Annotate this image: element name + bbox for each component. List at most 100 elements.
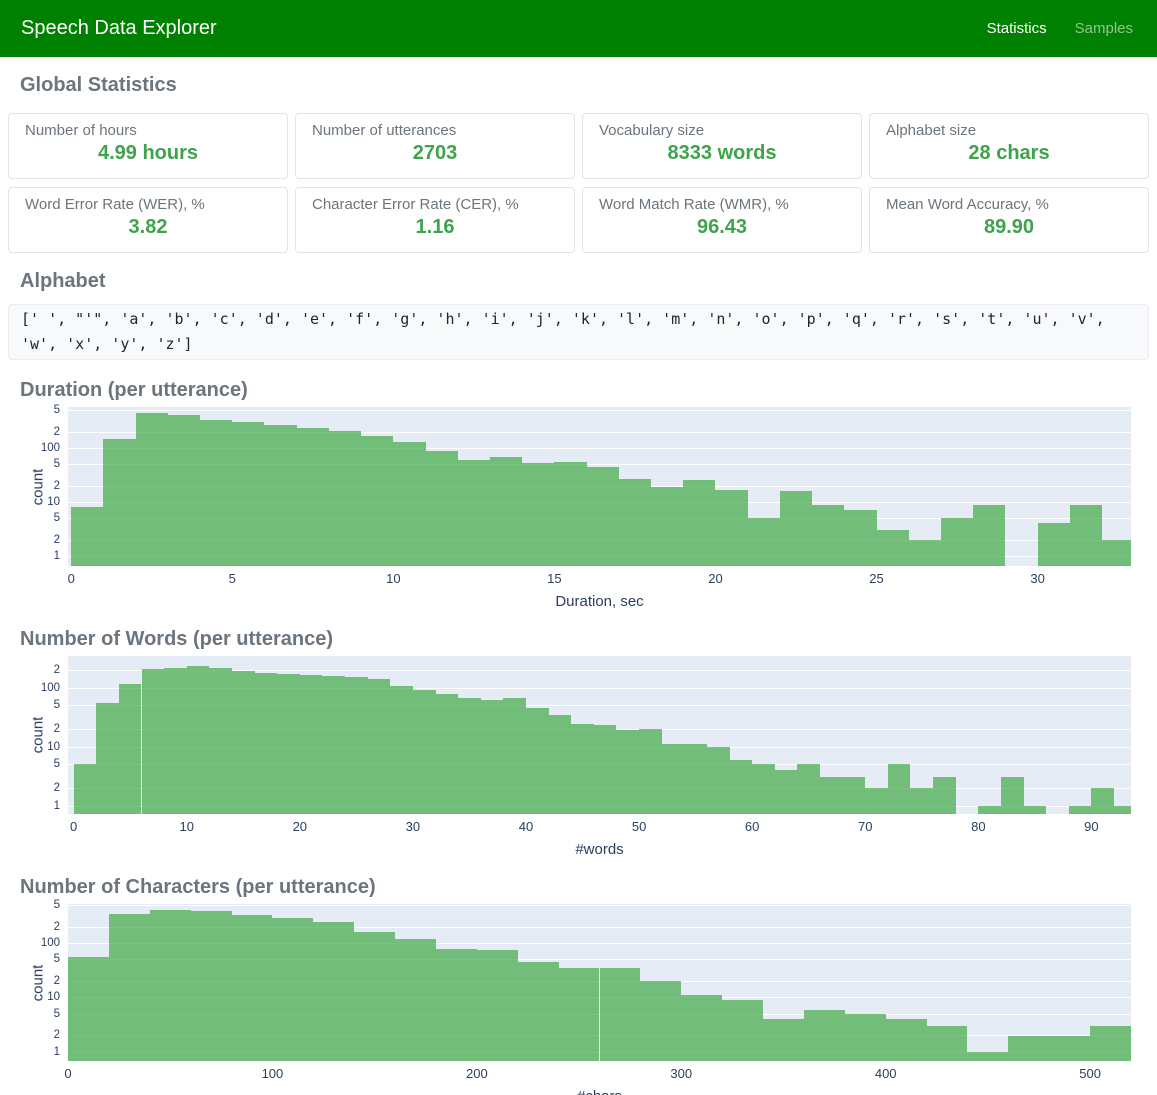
words-plot-area[interactable]: [68, 656, 1131, 814]
histogram-bar[interactable]: [812, 505, 844, 567]
histogram-bar[interactable]: [909, 540, 941, 566]
histogram-bar[interactable]: [804, 1010, 845, 1061]
histogram-bar[interactable]: [164, 668, 187, 814]
histogram-bar[interactable]: [71, 507, 103, 566]
histogram-bar[interactable]: [967, 1052, 1008, 1061]
histogram-bar[interactable]: [313, 922, 354, 1061]
histogram-bar[interactable]: [518, 962, 559, 1061]
histogram-bar[interactable]: [68, 957, 109, 1061]
histogram-bar[interactable]: [707, 747, 730, 814]
histogram-bar[interactable]: [142, 669, 165, 814]
histogram-bar[interactable]: [232, 915, 273, 1061]
histogram-bar[interactable]: [522, 463, 554, 566]
histogram-bar[interactable]: [390, 686, 413, 814]
histogram-bar[interactable]: [722, 1000, 763, 1061]
histogram-bar[interactable]: [354, 932, 395, 1061]
histogram-bar[interactable]: [436, 949, 477, 1061]
histogram-bar[interactable]: [554, 462, 586, 566]
histogram-bar[interactable]: [933, 777, 956, 814]
histogram-bar[interactable]: [200, 420, 232, 566]
histogram-bar[interactable]: [297, 428, 329, 566]
histogram-bar[interactable]: [526, 708, 549, 814]
histogram-bar[interactable]: [1049, 1036, 1090, 1062]
histogram-bar[interactable]: [103, 439, 135, 566]
histogram-bar[interactable]: [191, 911, 232, 1061]
histogram-bar[interactable]: [264, 425, 296, 566]
histogram-bar[interactable]: [1091, 788, 1114, 814]
histogram-bar[interactable]: [651, 487, 683, 566]
histogram-bar[interactable]: [845, 1014, 886, 1061]
histogram-bar[interactable]: [763, 1019, 804, 1061]
histogram-bar[interactable]: [681, 995, 722, 1061]
histogram-bar[interactable]: [594, 725, 617, 814]
histogram-bar[interactable]: [96, 703, 119, 814]
histogram-bar[interactable]: [865, 788, 888, 814]
histogram-bar[interactable]: [109, 914, 150, 1061]
histogram-bar[interactable]: [927, 1026, 968, 1061]
histogram-bar[interactable]: [683, 480, 715, 566]
histogram-bar[interactable]: [559, 968, 600, 1061]
histogram-bar[interactable]: [978, 806, 1001, 814]
histogram-bar[interactable]: [232, 422, 264, 566]
histogram-bar[interactable]: [477, 950, 518, 1061]
duration-plot-area[interactable]: [68, 407, 1131, 566]
histogram-bar[interactable]: [119, 684, 142, 814]
histogram-bar[interactable]: [1102, 540, 1131, 566]
histogram-bar[interactable]: [715, 490, 747, 566]
histogram-bar[interactable]: [345, 677, 368, 814]
histogram-bar[interactable]: [1069, 806, 1092, 814]
histogram-bar[interactable]: [490, 457, 522, 567]
histogram-bar[interactable]: [888, 764, 911, 814]
histogram-bar[interactable]: [600, 968, 641, 1061]
histogram-bar[interactable]: [1024, 806, 1047, 814]
histogram-bar[interactable]: [619, 479, 651, 566]
histogram-bar[interactable]: [730, 760, 753, 814]
histogram-bar[interactable]: [1114, 806, 1131, 814]
histogram-bar[interactable]: [361, 436, 393, 566]
histogram-bar[interactable]: [322, 676, 345, 814]
histogram-bar[interactable]: [1090, 1026, 1131, 1061]
histogram-bar[interactable]: [436, 694, 459, 814]
histogram-bar[interactable]: [458, 698, 481, 814]
histogram-bar[interactable]: [503, 698, 526, 814]
histogram-bar[interactable]: [748, 518, 780, 566]
histogram-bar[interactable]: [1038, 523, 1070, 566]
nav-item-statistics[interactable]: Statistics: [987, 20, 1047, 37]
histogram-bar[interactable]: [255, 673, 278, 814]
histogram-bar[interactable]: [571, 724, 594, 814]
histogram-bar[interactable]: [395, 939, 436, 1061]
histogram-bar[interactable]: [481, 700, 504, 814]
histogram-bar[interactable]: [639, 729, 662, 814]
histogram-bar[interactable]: [277, 674, 300, 814]
histogram-bar[interactable]: [780, 491, 812, 566]
histogram-bar[interactable]: [910, 788, 933, 814]
histogram-bar[interactable]: [616, 730, 639, 814]
histogram-bar[interactable]: [549, 715, 572, 814]
histogram-bar[interactable]: [1008, 1036, 1049, 1062]
histogram-bar[interactable]: [843, 777, 866, 814]
histogram-bar[interactable]: [136, 413, 168, 566]
histogram-bar[interactable]: [775, 770, 798, 814]
histogram-bar[interactable]: [797, 764, 820, 814]
histogram-bar[interactable]: [232, 671, 255, 814]
histogram-bar[interactable]: [300, 675, 323, 814]
histogram-bar[interactable]: [886, 1019, 927, 1061]
histogram-bar[interactable]: [272, 918, 313, 1061]
characters-plot-area[interactable]: [68, 904, 1131, 1061]
histogram-bar[interactable]: [458, 460, 490, 566]
histogram-bar[interactable]: [187, 666, 210, 814]
histogram-bar[interactable]: [662, 744, 685, 814]
histogram-bar[interactable]: [587, 467, 619, 566]
histogram-bar[interactable]: [973, 505, 1005, 567]
histogram-bar[interactable]: [1070, 505, 1102, 567]
histogram-bar[interactable]: [820, 777, 843, 814]
histogram-bar[interactable]: [393, 442, 425, 566]
histogram-bar[interactable]: [413, 690, 436, 814]
histogram-bar[interactable]: [168, 415, 200, 566]
histogram-bar[interactable]: [368, 679, 391, 814]
histogram-bar[interactable]: [1001, 777, 1024, 814]
histogram-bar[interactable]: [150, 910, 191, 1061]
histogram-bar[interactable]: [941, 518, 973, 566]
histogram-bar[interactable]: [684, 744, 707, 814]
histogram-bar[interactable]: [877, 530, 909, 566]
